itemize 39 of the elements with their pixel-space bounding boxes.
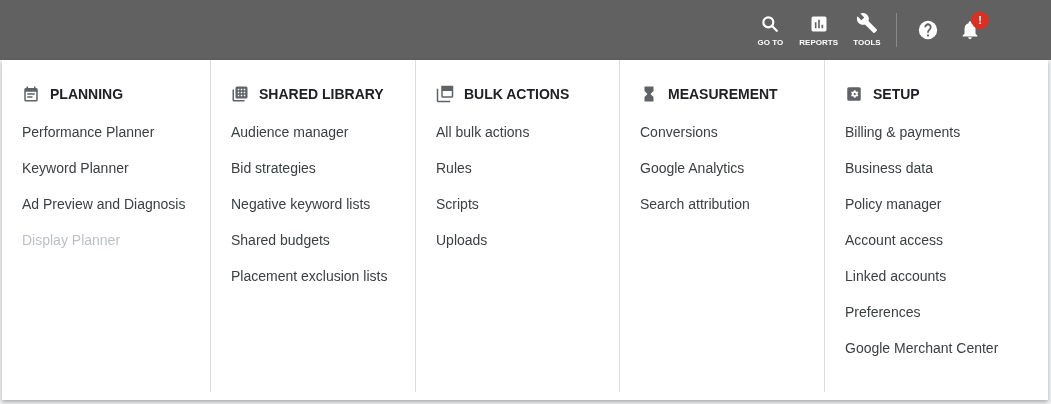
menu-link[interactable]: Rules [436, 158, 472, 194]
calendar-icon [22, 85, 40, 103]
help-button[interactable] [917, 19, 939, 41]
section-heading: SETUP [873, 84, 920, 104]
menu-link[interactable]: Google Analytics [640, 158, 745, 194]
stacked-copies-icon [436, 85, 454, 103]
help-icon [917, 19, 939, 41]
wrench-icon [856, 11, 878, 34]
nav-button[interactable]: TOOLS [850, 11, 884, 49]
section-heading: MEASUREMENT [668, 84, 778, 104]
section-heading: SHARED LIBRARY [259, 84, 384, 104]
menu-link[interactable]: Conversions [640, 122, 718, 158]
menu-link[interactable]: Account access [845, 230, 944, 266]
menu-link[interactable]: Bid strategies [231, 158, 316, 194]
menu-link[interactable]: Scripts [436, 194, 479, 230]
menu-link[interactable]: Keyword Planner [22, 158, 129, 194]
menu-link[interactable]: Policy manager [845, 194, 942, 230]
nav-button[interactable]: REPORTS [797, 13, 840, 49]
menu-link[interactable]: Placement exclusion lists [231, 266, 388, 302]
menu-link[interactable]: Uploads [436, 230, 488, 266]
menu-link[interactable]: Shared budgets [231, 230, 330, 266]
menu-link[interactable]: Search attribution [640, 194, 750, 230]
gear-icon [845, 85, 863, 103]
menu-link[interactable]: Preferences [845, 302, 921, 338]
notification-badge: ! [971, 11, 989, 29]
menu-link[interactable]: Negative keyword lists [231, 194, 371, 230]
menu-link[interactable]: Billing & payments [845, 122, 961, 158]
menu-link[interactable]: Performance Planner [22, 122, 155, 158]
menu-link[interactable]: Google Merchant Center [845, 338, 999, 374]
nav-button[interactable]: GO TO [753, 13, 788, 49]
section-heading: BULK ACTIONS [464, 84, 570, 104]
search-icon [760, 13, 781, 34]
menu-link[interactable]: Ad Preview and Diagnosis [22, 194, 186, 230]
menu-link[interactable]: All bulk actions [436, 122, 530, 158]
menu-link[interactable]: Audience manager [231, 122, 349, 158]
library-icon [231, 85, 249, 103]
menu-link[interactable]: Business data [845, 158, 933, 194]
section-heading: PLANNING [50, 84, 124, 104]
menu-link[interactable]: Linked accounts [845, 266, 947, 302]
